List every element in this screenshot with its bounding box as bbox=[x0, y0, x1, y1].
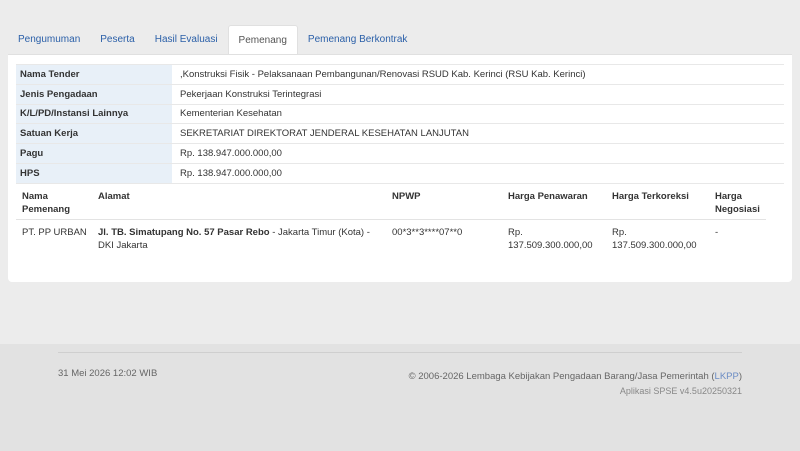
tab-pengumuman[interactable]: Pengumuman bbox=[8, 25, 90, 54]
amount-value: 137.509.300.000,00 bbox=[612, 240, 697, 251]
winner-harga-terkoreksi: Rp. 137.509.300.000,00 bbox=[606, 220, 709, 256]
page-footer: 31 Mei 2026 12:02 WIB © 2006-2026 Lembag… bbox=[0, 344, 800, 451]
winner-harga-negosiasi: - bbox=[715, 227, 719, 238]
tab-pemenang-berkontrak[interactable]: Pemenang Berkontrak bbox=[298, 25, 418, 54]
tender-info-table: Nama Tender ,Konstruksi Fisik - Pelaksan… bbox=[16, 64, 784, 184]
info-key: Jenis Pengadaan bbox=[16, 83, 172, 105]
footer-divider bbox=[58, 352, 742, 353]
info-key: Satuan Kerja bbox=[16, 123, 172, 144]
col-header-text: Pemenang bbox=[22, 204, 71, 215]
winner-table: Nama Pemenang Alamat NPWP Harga Penawara… bbox=[16, 185, 766, 255]
amount-value: 137.509.300.000,00 bbox=[508, 240, 593, 251]
table-row: PT. PP URBAN Jl. TB. Simatupang No. 57 P… bbox=[16, 220, 766, 256]
tab-peserta[interactable]: Peserta bbox=[90, 25, 144, 54]
winner-harga-penawaran: Rp. 137.509.300.000,00 bbox=[502, 220, 606, 256]
currency-prefix: Rp. bbox=[508, 227, 523, 238]
tab-pemenang[interactable]: Pemenang bbox=[227, 25, 298, 54]
winner-address: Jl. TB. Simatupang No. 57 Pasar Rebo - J… bbox=[92, 220, 386, 256]
col-header-nama-pemenang: Nama Pemenang bbox=[16, 185, 92, 220]
winner-address-street: Jl. TB. Simatupang No. 57 Pasar Rebo bbox=[98, 227, 270, 238]
app-version: Aplikasi SPSE v4.5u20250321 bbox=[619, 386, 742, 396]
info-key: K/L/PD/Instansi Lainnya bbox=[16, 103, 172, 124]
col-header-harga-negosiasi: Harga Negosiasi bbox=[709, 185, 766, 220]
footer-copyright: © 2006-2026 Lembaga Kebijakan Pengadaan … bbox=[409, 369, 742, 384]
col-header-text: Negosiasi bbox=[715, 204, 760, 215]
info-key: Nama Tender bbox=[16, 64, 172, 85]
info-row-hps: HPS Rp. 138.947.000.000,00 bbox=[16, 162, 784, 184]
lkpp-link[interactable]: LKPP bbox=[715, 371, 739, 382]
info-value: Rp. 138.947.000.000,00 bbox=[172, 143, 784, 164]
info-value: ,Konstruksi Fisik - Pelaksanaan Pembangu… bbox=[172, 64, 784, 85]
info-row-nama-tender: Nama Tender ,Konstruksi Fisik - Pelaksan… bbox=[16, 64, 784, 85]
info-value: Pekerjaan Konstruksi Terintegrasi bbox=[172, 83, 784, 105]
info-value: Kementerian Kesehatan bbox=[172, 103, 784, 124]
winner-table-header: Nama Pemenang Alamat NPWP Harga Penawara… bbox=[16, 185, 766, 220]
tab-bar: Pengumuman Peserta Hasil Evaluasi Pemena… bbox=[8, 25, 792, 55]
info-value: SEKRETARIAT DIREKTORAT JENDERAL KESEHATA… bbox=[172, 123, 784, 144]
footer-info: © 2006-2026 Lembaga Kebijakan Pengadaan … bbox=[409, 369, 742, 399]
tab-hasil-evaluasi[interactable]: Hasil Evaluasi bbox=[145, 25, 228, 54]
copyright-text: © 2006-2026 Lembaga Kebijakan Pengadaan … bbox=[408, 371, 715, 382]
col-header-alamat: Alamat bbox=[92, 185, 386, 220]
winner-name: PT. PP URBAN bbox=[22, 227, 87, 238]
info-row-jenis-pengadaan: Jenis Pengadaan Pekerjaan Konstruksi Ter… bbox=[16, 83, 784, 105]
footer-datetime: 31 Mei 2026 12:02 WIB bbox=[58, 368, 158, 379]
info-row-satuan-kerja: Satuan Kerja SEKRETARIAT DIREKTORAT JEND… bbox=[16, 123, 784, 144]
info-row-instansi: K/L/PD/Instansi Lainnya Kementerian Kese… bbox=[16, 103, 784, 124]
col-header-npwp: NPWP bbox=[386, 185, 502, 220]
info-key: Pagu bbox=[16, 143, 172, 164]
copyright-close: ) bbox=[738, 371, 742, 382]
col-header-text: Nama bbox=[22, 191, 48, 202]
info-value: Rp. 138.947.000.000,00 bbox=[172, 162, 784, 184]
col-header-harga-penawaran: Harga Penawaran bbox=[502, 185, 606, 220]
tender-winner-panel: Nama Tender ,Konstruksi Fisik - Pelaksan… bbox=[8, 55, 792, 282]
info-row-pagu: Pagu Rp. 138.947.000.000,00 bbox=[16, 143, 784, 164]
col-header-text: Harga bbox=[715, 191, 742, 202]
info-key: HPS bbox=[16, 162, 172, 184]
col-header-harga-terkoreksi: Harga Terkoreksi bbox=[606, 185, 709, 220]
currency-prefix: Rp. bbox=[612, 227, 627, 238]
winner-npwp: 00*3**3****07**0 bbox=[392, 227, 463, 238]
